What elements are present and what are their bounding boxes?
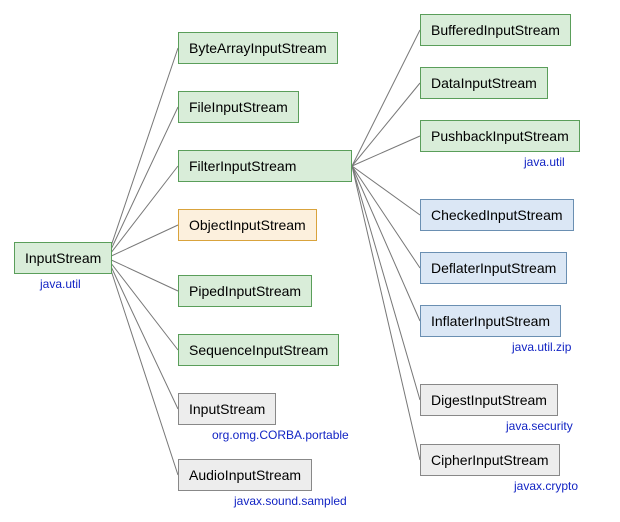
node-label: PushbackInputStream	[431, 128, 569, 144]
node-bufferedinputstream[interactable]: BufferedInputStream	[420, 14, 571, 46]
package-label: org.omg.CORBA.portable	[212, 428, 349, 442]
node-label: ObjectInputStream	[189, 217, 306, 233]
node-label: FilterInputStream	[189, 158, 296, 174]
node-label: DataInputStream	[431, 75, 537, 91]
node-bytearrayinputstream[interactable]: ByteArrayInputStream	[178, 32, 338, 64]
package-label: java.security	[506, 419, 573, 433]
node-label: CipherInputStream	[431, 452, 549, 468]
node-label: PipedInputStream	[189, 283, 301, 299]
node-deflaterinputstream[interactable]: DeflaterInputStream	[420, 252, 567, 284]
node-digestinputstream[interactable]: DigestInputStream	[420, 384, 558, 416]
package-label: javax.crypto	[514, 479, 578, 493]
node-checkedinputstream[interactable]: CheckedInputStream	[420, 199, 574, 231]
node-inputstream-root[interactable]: InputStream	[14, 242, 112, 274]
node-fileinputstream[interactable]: FileInputStream	[178, 91, 299, 123]
node-filterinputstream[interactable]: FilterInputStream	[178, 150, 352, 182]
node-label: CheckedInputStream	[431, 207, 563, 223]
package-label: java.util	[524, 155, 565, 169]
node-cipherinputstream[interactable]: CipherInputStream	[420, 444, 560, 476]
class-hierarchy-diagram: InputStream java.util ByteArrayInputStre…	[0, 0, 620, 522]
node-label: InputStream	[189, 401, 265, 417]
node-label: SequenceInputStream	[189, 342, 328, 358]
node-label: FileInputStream	[189, 99, 288, 115]
node-label: AudioInputStream	[189, 467, 301, 483]
node-inflaterinputstream[interactable]: InflaterInputStream	[420, 305, 561, 337]
node-label: DeflaterInputStream	[431, 260, 556, 276]
node-label: InflaterInputStream	[431, 313, 550, 329]
node-pushbackinputstream[interactable]: PushbackInputStream	[420, 120, 580, 152]
node-datainputstream[interactable]: DataInputStream	[420, 67, 548, 99]
package-label: java.util.zip	[512, 340, 571, 354]
node-pipedinputstream[interactable]: PipedInputStream	[178, 275, 312, 307]
node-sequenceinputstream[interactable]: SequenceInputStream	[178, 334, 339, 366]
node-audioinputstream[interactable]: AudioInputStream	[178, 459, 312, 491]
node-label: ByteArrayInputStream	[189, 40, 327, 56]
node-label: DigestInputStream	[431, 392, 547, 408]
package-label: javax.sound.sampled	[234, 494, 347, 508]
package-label: java.util	[40, 277, 81, 291]
node-label: BufferedInputStream	[431, 22, 560, 38]
node-label: InputStream	[25, 250, 101, 266]
node-inputstream-corba[interactable]: InputStream	[178, 393, 276, 425]
node-objectinputstream[interactable]: ObjectInputStream	[178, 209, 317, 241]
